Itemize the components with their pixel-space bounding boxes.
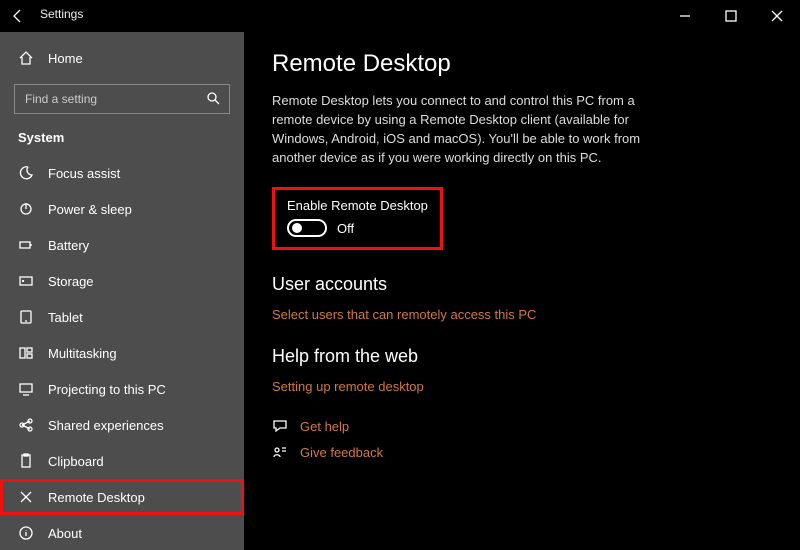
power-icon: [18, 201, 34, 217]
sidebar-item-label: Shared experiences: [48, 418, 164, 433]
sidebar-item-label: Remote Desktop: [48, 490, 145, 505]
minimize-button[interactable]: [662, 0, 708, 32]
sidebar-item-battery[interactable]: Battery: [0, 227, 244, 263]
remote-desktop-icon: [18, 489, 34, 505]
sidebar-item-clipboard[interactable]: Clipboard: [0, 443, 244, 479]
give-feedback-link: Give feedback: [300, 445, 383, 460]
enable-toggle-state: Off: [337, 221, 354, 236]
sidebar-item-multitasking[interactable]: Multitasking: [0, 335, 244, 371]
home-icon: [18, 50, 34, 66]
info-icon: [18, 525, 34, 541]
sidebar-item-tablet[interactable]: Tablet: [0, 299, 244, 335]
close-button[interactable]: [754, 0, 800, 32]
sidebar-item-label: Storage: [48, 274, 94, 289]
sidebar-item-projecting[interactable]: Projecting to this PC: [0, 371, 244, 407]
storage-icon: [18, 273, 34, 289]
projecting-icon: [18, 381, 34, 397]
tablet-icon: [18, 309, 34, 325]
enable-label: Enable Remote Desktop: [287, 198, 428, 213]
sidebar-item-label: Focus assist: [48, 166, 120, 181]
get-help-link: Get help: [300, 419, 349, 434]
sidebar-item-shared-experiences[interactable]: Shared experiences: [0, 407, 244, 443]
sidebar-home[interactable]: Home: [0, 42, 244, 74]
main-content: Remote Desktop Remote Desktop lets you c…: [244, 32, 800, 550]
search-input-wrapper[interactable]: [14, 84, 230, 114]
sidebar-list: Focus assist Power & sleep Battery Stora…: [0, 155, 244, 550]
sidebar-home-label: Home: [48, 51, 83, 66]
sidebar-item-label: Projecting to this PC: [48, 382, 166, 397]
user-accounts-heading: User accounts: [272, 274, 774, 295]
enable-toggle[interactable]: [287, 219, 327, 237]
select-users-link[interactable]: Select users that can remotely access th…: [272, 307, 774, 322]
get-help-row[interactable]: Get help: [272, 418, 774, 434]
enable-remote-desktop-block: Enable Remote Desktop Off: [272, 187, 443, 250]
chat-icon: [272, 418, 288, 434]
shared-icon: [18, 417, 34, 433]
clipboard-icon: [18, 453, 34, 469]
search-input[interactable]: [25, 92, 205, 106]
sidebar-item-label: Multitasking: [48, 346, 117, 361]
battery-icon: [18, 237, 34, 253]
sidebar-item-label: Power & sleep: [48, 202, 132, 217]
page-title: Remote Desktop: [272, 50, 774, 78]
sidebar-item-storage[interactable]: Storage: [0, 263, 244, 299]
sidebar: Home System Focus assist Power & sleep B…: [0, 32, 244, 550]
sidebar-item-remote-desktop[interactable]: Remote Desktop: [0, 479, 244, 515]
feedback-icon: [272, 444, 288, 460]
sidebar-item-label: About: [48, 526, 82, 541]
titlebar: Settings: [0, 0, 800, 32]
multitasking-icon: [18, 345, 34, 361]
sidebar-item-power-sleep[interactable]: Power & sleep: [0, 191, 244, 227]
moon-icon: [18, 165, 34, 181]
search-icon: [205, 90, 221, 109]
sidebar-section-label: System: [0, 126, 244, 155]
page-description: Remote Desktop lets you connect to and c…: [272, 92, 652, 167]
sidebar-item-about[interactable]: About: [0, 515, 244, 550]
sidebar-item-label: Clipboard: [48, 454, 104, 469]
sidebar-item-label: Tablet: [48, 310, 83, 325]
sidebar-item-focus-assist[interactable]: Focus assist: [0, 155, 244, 191]
maximize-button[interactable]: [708, 0, 754, 32]
help-heading: Help from the web: [272, 346, 774, 367]
back-button[interactable]: [10, 8, 26, 27]
sidebar-item-label: Battery: [48, 238, 89, 253]
give-feedback-row[interactable]: Give feedback: [272, 444, 774, 460]
help-setup-link[interactable]: Setting up remote desktop: [272, 379, 774, 394]
window-title: Settings: [40, 7, 83, 21]
